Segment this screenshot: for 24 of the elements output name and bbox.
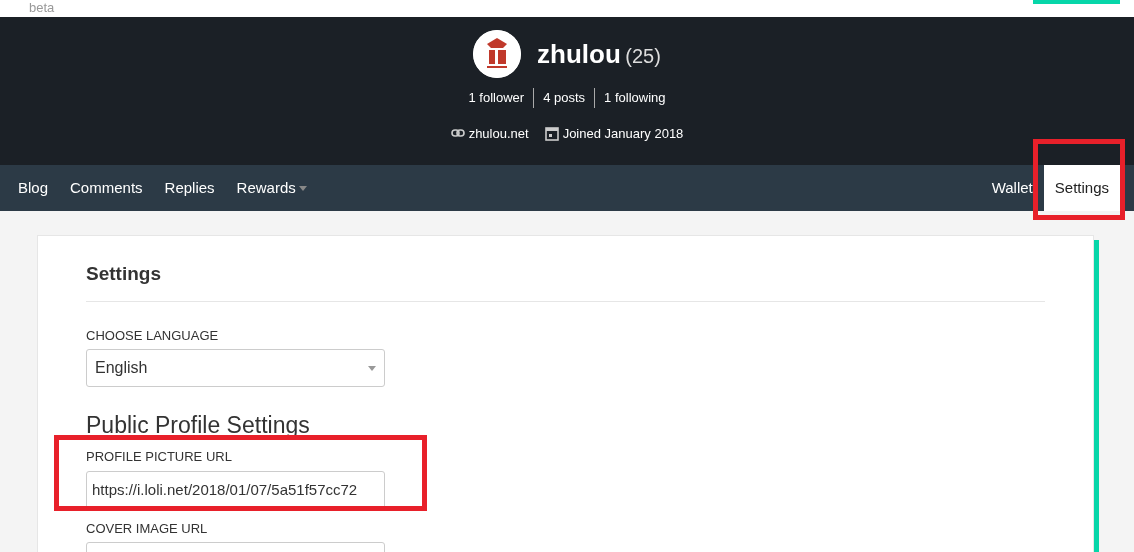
nav-tab[interactable]: Replies (153, 165, 226, 211)
stat-link[interactable]: 1 following (594, 88, 675, 108)
stat-link[interactable]: 1 follower (459, 88, 534, 108)
nav-tab[interactable]: Wallet (980, 165, 1044, 211)
beta-label: beta (29, 1, 55, 14)
section-title: Settings (86, 260, 1045, 302)
caret-icon (368, 365, 376, 371)
nav-tab[interactable]: Rewards (225, 165, 318, 211)
field-label: CHOOSE LANGUAGE (86, 326, 220, 345)
join-date: Joined January 2018 (562, 124, 684, 143)
calendar-icon (544, 125, 559, 141)
website-link[interactable]: zhulou.net (468, 123, 529, 143)
url-field[interactable]: https://i.loli.net/2018/01/07/5a51f57cc72 (86, 470, 385, 509)
profile-name: zhulou (537, 38, 621, 69)
nav-tab[interactable]: Blog (7, 165, 60, 211)
reputation-score: (25) (625, 44, 661, 67)
field-label: COVER IMAGE URL (86, 519, 209, 538)
section-heading: Public Profile Settings (86, 413, 311, 438)
language-select[interactable]: English (86, 349, 385, 387)
nav-tab[interactable]: Comments (59, 165, 154, 211)
stat-link[interactable]: 4 posts (533, 88, 595, 108)
link-icon (450, 129, 465, 138)
field-label: PROFILE PICTURE URL (86, 448, 233, 467)
nav-tab[interactable]: Settings (1043, 165, 1120, 211)
